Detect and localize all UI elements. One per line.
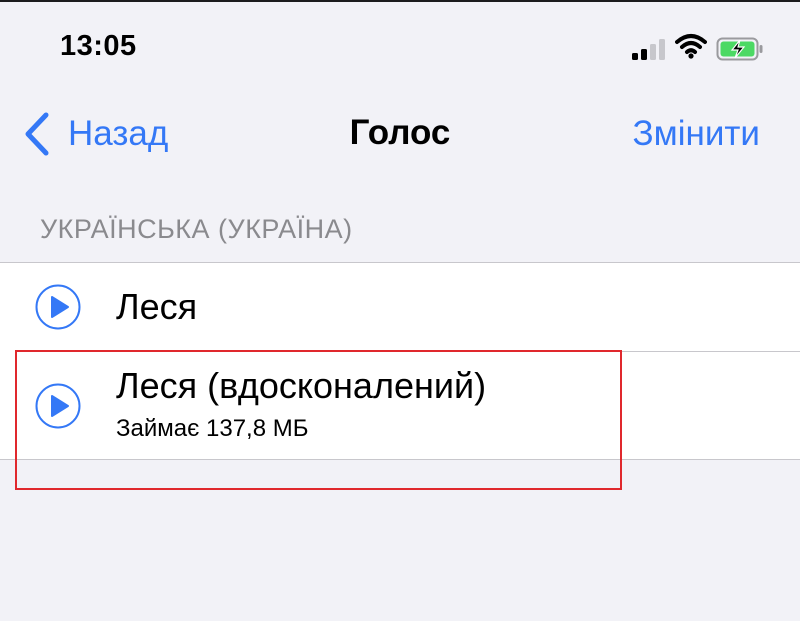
wifi-icon	[675, 34, 707, 59]
battery-charging-icon	[716, 37, 763, 61]
play-icon[interactable]	[34, 283, 82, 331]
cellular-signal-icon	[632, 38, 670, 60]
voice-size: Займає 137,8 МБ	[116, 415, 309, 442]
top-edge	[0, 0, 800, 2]
edit-button[interactable]: Змінити	[633, 114, 760, 154]
section-header: УКРАЇНСЬКА (УКРАЇНА)	[40, 214, 353, 244]
page-title-text: Голос	[349, 113, 451, 152]
voice-row-lesya-enhanced[interactable]: Леся (вдосконалений) Займає 137,8 МБ	[0, 351, 800, 459]
voice-name: Леся	[116, 286, 198, 327]
play-icon[interactable]	[34, 382, 82, 430]
voice-name: Леся (вдосконалений)	[116, 365, 487, 406]
status-time: 13:05	[60, 30, 137, 62]
voice-list: Леся Леся (вдосконалений) Займає 137,8 М…	[0, 262, 800, 460]
voice-row-lesya[interactable]: Леся	[0, 263, 800, 352]
